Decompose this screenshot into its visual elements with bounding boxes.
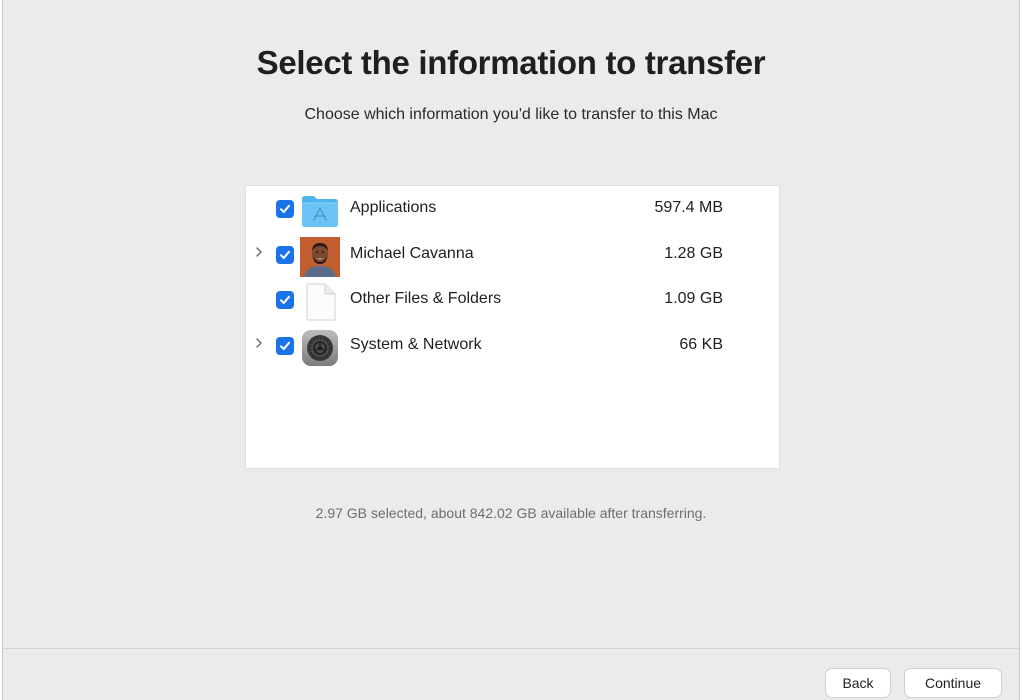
other-files-checkbox[interactable] (276, 291, 294, 309)
document-icon (300, 282, 340, 321)
page-subtitle: Choose which information you'd like to t… (304, 106, 718, 123)
item-label: System & Network (350, 336, 482, 353)
item-size: 597.4 MB (654, 199, 723, 216)
list-item-applications[interactable]: Applications 597.4 MB (246, 187, 779, 231)
list-item-system-network[interactable]: System & Network 66 KB (246, 324, 779, 368)
item-label: Michael Cavanna (350, 245, 474, 262)
continue-button[interactable]: Continue (904, 668, 1002, 698)
item-size: 66 KB (679, 336, 723, 353)
checkmark-icon (280, 341, 290, 350)
checkmark-icon (280, 250, 290, 259)
applications-checkbox[interactable] (276, 200, 294, 218)
chevron-right-icon[interactable] (252, 245, 266, 263)
migration-assistant-window: Select the information to transfer Choos… (2, 0, 1020, 700)
selection-summary: 2.97 GB selected, about 842.02 GB availa… (315, 505, 707, 521)
user-avatar-icon (300, 237, 340, 277)
user-account-checkbox[interactable] (276, 246, 294, 264)
checkmark-icon (280, 295, 290, 304)
list-item-user-account[interactable]: Michael Cavanna 1.28 GB (246, 233, 779, 277)
system-network-checkbox[interactable] (276, 337, 294, 355)
transfer-items-list: Applications 597.4 MB Michael Cavanna 1.… (245, 185, 780, 469)
list-item-other-files[interactable]: Other Files & Folders 1.09 GB (246, 278, 779, 322)
item-size: 1.28 GB (664, 245, 723, 262)
applications-folder-icon (300, 191, 340, 229)
back-button[interactable]: Back (825, 668, 891, 698)
item-size: 1.09 GB (664, 290, 723, 307)
footer-divider (3, 648, 1019, 649)
item-label: Applications (350, 199, 437, 216)
system-settings-icon (300, 328, 340, 366)
page-title: Select the information to transfer (256, 44, 766, 81)
checkmark-icon (280, 204, 290, 213)
item-label: Other Files & Folders (350, 290, 502, 307)
chevron-right-icon[interactable] (252, 336, 266, 354)
